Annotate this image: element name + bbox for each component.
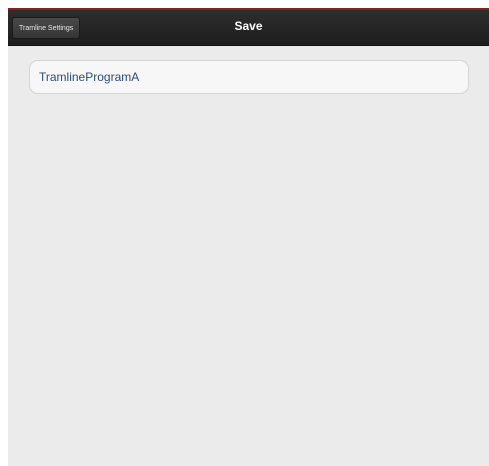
app-screen: Tramline Settings Save TramlineProgramA: [8, 8, 489, 466]
navigation-bar: Tramline Settings Save: [8, 10, 489, 46]
program-name-field[interactable]: TramlineProgramA: [29, 60, 469, 94]
save-title[interactable]: Save: [8, 10, 489, 45]
back-button[interactable]: Tramline Settings: [12, 17, 81, 39]
